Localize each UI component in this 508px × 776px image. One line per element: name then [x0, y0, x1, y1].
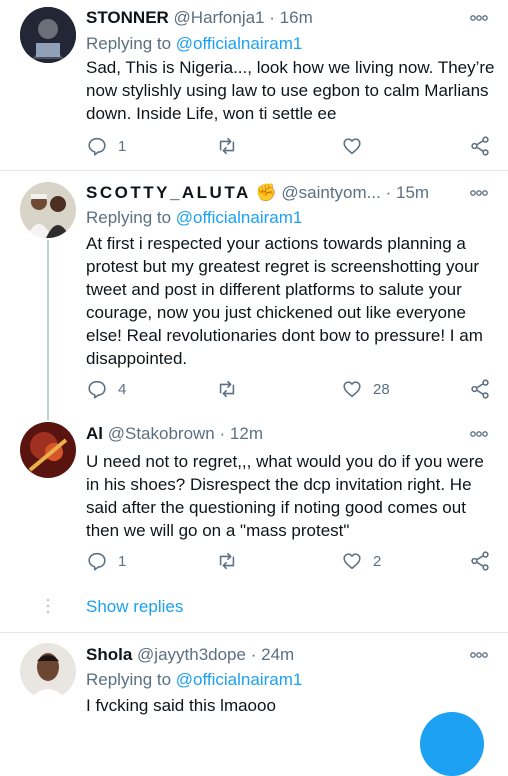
replying-to-mention[interactable]: @officialnairam1	[176, 670, 303, 689]
tweet-text: U need not to regret,,, what would you d…	[86, 452, 484, 540]
reply-count: 4	[118, 380, 127, 398]
avatar-image	[20, 422, 76, 478]
share-button[interactable]	[469, 549, 491, 573]
tweet-actions: 1	[86, 134, 496, 158]
retweet-icon	[219, 137, 235, 155]
raised-fist-emoji: ✊	[255, 183, 277, 202]
avatar-image	[20, 643, 76, 699]
more-icon[interactable]	[470, 429, 488, 439]
separator: ·	[250, 645, 257, 664]
replying-to-label: Replying to	[86, 208, 176, 227]
replying-to-label: Replying to	[86, 34, 176, 53]
tweet-text: At first i respected your actions toward…	[86, 234, 483, 368]
thread-dots	[46, 598, 50, 614]
share-button[interactable]	[469, 377, 491, 401]
replying-to: Replying to @officialnairam1	[86, 208, 302, 228]
like-button[interactable]: 28	[341, 377, 390, 401]
timestamp[interactable]: 16m	[280, 8, 313, 27]
tweet-header: SCOTTY_ALUTA ✊ @saintyom... · 15m	[86, 183, 429, 203]
username[interactable]: @jayyth3dope	[137, 645, 246, 664]
tweet-2[interactable]: SCOTTY_ALUTA ✊ @saintyom... · 15m Replyi…	[0, 171, 508, 413]
tweet-header: STONNER @Harfonja1 · 16m	[86, 8, 313, 28]
like-icon	[343, 553, 361, 570]
retweet-icon	[219, 380, 235, 398]
tweet-header: Al @Stakobrown · 12m	[86, 424, 263, 444]
username[interactable]: @saintyom...	[281, 183, 380, 202]
separator: ·	[385, 183, 392, 202]
timestamp[interactable]: 15m	[396, 183, 429, 202]
replying-to-label: Replying to	[86, 670, 176, 689]
reply-count: 1	[118, 552, 127, 570]
like-icon	[343, 138, 361, 155]
like-button[interactable]	[341, 134, 373, 158]
retweet-button[interactable]	[216, 549, 248, 573]
tweet-header: Shola @jayyth3dope · 24m	[86, 645, 294, 665]
like-icon	[343, 381, 361, 398]
replying-to-mention[interactable]: @officialnairam1	[176, 34, 303, 53]
tweet-4[interactable]: Shola @jayyth3dope · 24m Replying to @of…	[0, 633, 508, 720]
share-icon	[471, 551, 489, 571]
retweet-button[interactable]	[216, 377, 248, 401]
username[interactable]: @Stakobrown	[108, 424, 215, 443]
replying-to: Replying to @officialnairam1	[86, 34, 302, 54]
replying-to: Replying to @officialnairam1	[86, 670, 302, 690]
timestamp[interactable]: 24m	[261, 645, 294, 664]
separator: ·	[269, 8, 275, 27]
reply-icon	[88, 137, 106, 156]
display-name[interactable]: Al	[86, 424, 103, 443]
tweet-actions: 4 28	[86, 377, 496, 401]
avatar[interactable]	[20, 7, 76, 63]
display-name[interactable]: SCOTTY_ALUTA	[86, 183, 251, 202]
reply-count: 1	[118, 137, 127, 155]
share-icon	[471, 136, 489, 156]
reply-button[interactable]: 4	[86, 377, 126, 401]
more-icon[interactable]	[470, 650, 488, 660]
share-icon	[471, 379, 489, 399]
tweet-actions: 1 2	[86, 549, 496, 573]
like-count: 28	[373, 380, 390, 398]
show-replies-link[interactable]: Show replies	[86, 597, 183, 617]
reply-icon	[88, 380, 106, 399]
more-icon[interactable]	[470, 188, 488, 198]
tweet-1[interactable]: STONNER @Harfonja1 · 16m Replying to @of…	[0, 0, 508, 170]
username[interactable]: @Harfonja1	[174, 8, 265, 27]
tweet-3[interactable]: Al @Stakobrown · 12m U need not to regre…	[0, 415, 508, 585]
timestamp[interactable]: 12m	[230, 424, 263, 443]
avatar[interactable]	[20, 182, 76, 238]
separator: ·	[219, 424, 226, 443]
tweet-text: I fvcking said this lmaooo	[86, 696, 276, 715]
compose-button[interactable]	[420, 712, 484, 776]
more-icon[interactable]	[470, 13, 488, 23]
share-button[interactable]	[469, 134, 491, 158]
tweet-text: Sad, This is Nigeria..., look how we liv…	[86, 58, 495, 123]
avatar-image	[20, 182, 76, 238]
retweet-icon	[219, 552, 235, 570]
replying-to-mention[interactable]: @officialnairam1	[176, 208, 303, 227]
avatar[interactable]	[20, 643, 76, 699]
reply-button[interactable]: 1	[86, 549, 126, 573]
avatar[interactable]	[20, 422, 76, 478]
retweet-button[interactable]	[216, 134, 248, 158]
reply-icon	[88, 552, 106, 571]
like-button[interactable]: 2	[341, 549, 381, 573]
avatar-image	[20, 7, 76, 63]
like-count: 2	[373, 552, 382, 570]
display-name[interactable]: Shola	[86, 645, 132, 664]
reply-button[interactable]: 1	[86, 134, 126, 158]
display-name[interactable]: STONNER	[86, 8, 169, 27]
